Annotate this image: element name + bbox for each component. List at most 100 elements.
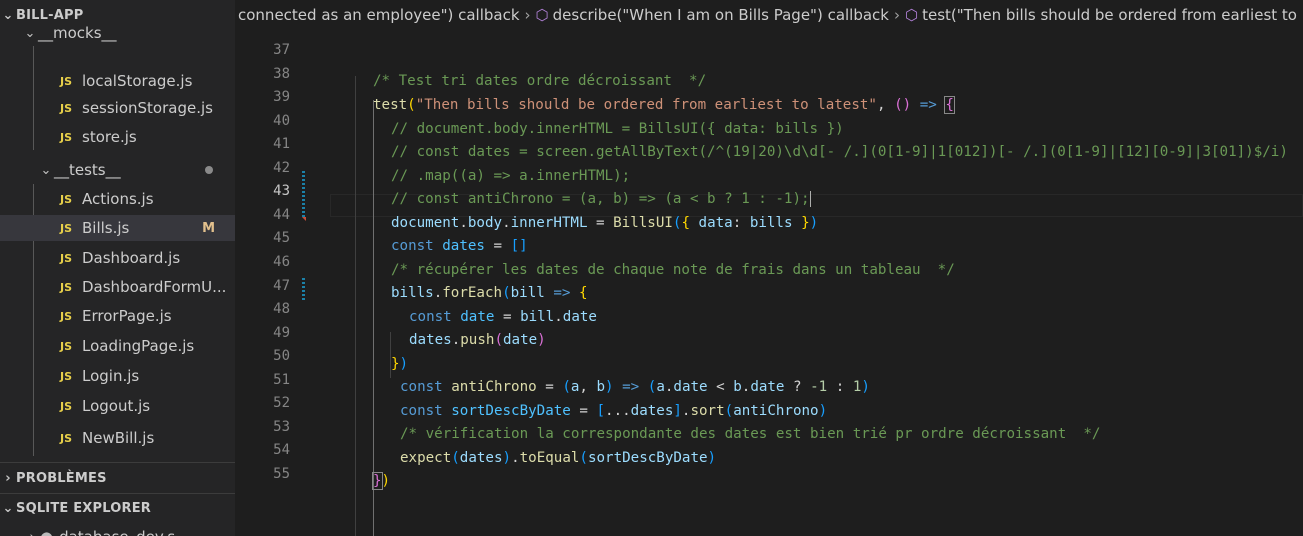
code-line-40: // document.body.innerHTML = BillsUI({ d… <box>391 121 844 137</box>
breadcrumb-item[interactable]: connected as an employee") callback <box>238 6 520 24</box>
file-label: sessionStorage.js <box>82 99 213 117</box>
code-line-52: const sortDescByDate = [...dates].sort(a… <box>400 403 828 419</box>
file-label: Logout.js <box>82 397 151 415</box>
file-item-store[interactable]: JS store.js <box>0 124 235 150</box>
section-title: PROBLÈMES <box>16 470 107 486</box>
javascript-file-icon: JS <box>60 74 73 88</box>
file-label: Login.js <box>82 367 140 385</box>
breadcrumb-item[interactable]: describe("When I am on Bills Page") call… <box>553 6 889 24</box>
chevron-right-icon: › <box>894 6 900 24</box>
javascript-file-icon: JS <box>60 339 73 353</box>
line-number: 54 <box>273 442 290 459</box>
javascript-file-icon: JS <box>60 280 73 294</box>
line-number: 40 <box>273 112 290 129</box>
code-line-46: /* récupérer les dates de chaque note de… <box>391 262 955 278</box>
indent-guide <box>355 76 356 536</box>
file-label: ErrorPage.js <box>82 307 172 325</box>
javascript-file-icon: JS <box>60 251 73 265</box>
line-number: 46 <box>273 253 290 270</box>
code-line-45: const dates = [] <box>391 238 528 254</box>
file-label: Bills.js <box>82 219 130 237</box>
section-divider <box>0 462 235 463</box>
file-item-localstorage[interactable]: JS localStorage.js <box>0 68 235 94</box>
line-number: 51 <box>273 371 290 388</box>
file-item-login[interactable]: JS Login.js <box>0 363 235 389</box>
git-deleted-marker <box>302 217 306 221</box>
file-label: localStorage.js <box>82 72 193 90</box>
file-item-dashboard[interactable]: JS Dashboard.js <box>0 245 235 271</box>
code-line-43: // const antiChrono = (a, b) => (a < b ?… <box>391 188 820 211</box>
problems-section-header[interactable]: › PROBLÈMES <box>0 465 235 491</box>
chevron-down-icon: ⌄ <box>2 500 14 516</box>
db-item[interactable]: › ● database_dev.s <box>0 524 235 536</box>
javascript-file-icon: JS <box>60 399 73 413</box>
line-number: 41 <box>273 136 290 153</box>
line-number: 52 <box>273 395 290 412</box>
javascript-file-icon: JS <box>60 369 73 383</box>
modified-dot-icon <box>205 166 213 174</box>
chevron-right-icon: › <box>24 530 40 536</box>
explorer-sidebar: ⌄ BILL-APP ⌄ __mocks__ JS localStorage.j… <box>0 0 235 536</box>
symbol-method-icon: ⬡ <box>535 6 549 24</box>
folder-label: __tests__ <box>54 161 121 179</box>
javascript-file-icon: JS <box>60 101 73 115</box>
code-line-42: // .map((a) => a.innerHTML); <box>391 168 631 184</box>
breadcrumb-item[interactable]: test("Then bills should be ordered from … <box>922 6 1303 24</box>
section-title: SQLITE EXPLORER <box>16 500 152 516</box>
code-line-49: dates.push(date) <box>409 332 546 348</box>
code-line-55: }) <box>372 472 391 490</box>
file-label: Actions.js <box>82 190 154 208</box>
file-label: LoadingPage.js <box>82 337 195 355</box>
line-number: 50 <box>273 348 290 365</box>
file-item-logout[interactable]: JS Logout.js <box>0 393 235 419</box>
javascript-file-icon: JS <box>60 431 73 445</box>
chevron-right-icon: › <box>524 6 531 24</box>
git-modified-badge: M <box>202 220 215 236</box>
folder-label: __mocks__ <box>38 24 117 42</box>
chevron-down-icon: ⌄ <box>24 25 36 41</box>
code-line-53: /* vérification la correspondante des da… <box>400 426 1101 442</box>
git-change-marker <box>302 171 305 193</box>
javascript-file-icon: JS <box>60 192 73 206</box>
line-number: 39 <box>273 89 290 106</box>
code-line-39: test("Then bills should be ordered from … <box>373 96 955 114</box>
line-number: 53 <box>273 418 290 435</box>
javascript-file-icon: JS <box>60 221 73 235</box>
file-item-actions[interactable]: JS Actions.js <box>0 186 235 212</box>
line-number: 38 <box>273 65 290 82</box>
code-line-38: /* Test tri dates ordre décroissant */ <box>373 73 707 89</box>
line-number: 48 <box>273 301 290 318</box>
code-line-51: const antiChrono = (a, b) => (a.date < b… <box>400 379 870 395</box>
line-number: 42 <box>273 159 290 176</box>
file-item-dashboardform[interactable]: JS DashboardFormU... <box>0 274 235 300</box>
line-number: 37 <box>273 42 290 58</box>
folder-mocks[interactable]: ⌄ __mocks__ <box>0 20 235 46</box>
sqlite-explorer-section-header[interactable]: ⌄ SQLITE EXPLORER <box>0 495 235 521</box>
section-divider <box>0 493 235 494</box>
file-label: DashboardFormU... <box>82 278 227 296</box>
file-item-sessionstorage[interactable]: JS sessionStorage.js <box>0 95 235 121</box>
code-line-44: document.body.innerHTML = BillsUI({ data… <box>391 215 819 231</box>
file-item-newbill[interactable]: JS NewBill.js <box>0 425 235 451</box>
db-label: database_dev.s <box>59 528 175 536</box>
line-number: 47 <box>273 277 290 294</box>
folder-tests[interactable]: ⌄ __tests__ <box>0 157 235 183</box>
code-line-50: }) <box>391 356 409 372</box>
file-label: Dashboard.js <box>82 249 181 267</box>
code-line-48: const date = bill.date <box>409 309 597 325</box>
code-line-47: bills.forEach(bill => { <box>391 285 588 301</box>
code-editor[interactable]: /* Test tri dates ordre décroissant */ t… <box>315 30 1303 536</box>
line-number: 55 <box>273 465 290 482</box>
line-number: 43 <box>273 183 290 200</box>
file-item-bills[interactable]: JS Bills.js M <box>0 215 235 241</box>
code-line-41: // const dates = screen.getAllByText(/^(… <box>391 144 1288 160</box>
file-item-errorpage[interactable]: JS ErrorPage.js <box>0 303 235 329</box>
git-change-marker <box>302 195 305 217</box>
line-number: 45 <box>273 230 290 247</box>
line-number: 49 <box>273 324 290 341</box>
file-label: NewBill.js <box>82 429 155 447</box>
breadcrumb: connected as an employee") callback › ⬡ des… <box>235 0 1303 30</box>
chevron-right-icon: › <box>5 470 11 486</box>
file-item-loadingpage[interactable]: JS LoadingPage.js <box>0 333 235 359</box>
chevron-down-icon: ⌄ <box>40 162 52 178</box>
